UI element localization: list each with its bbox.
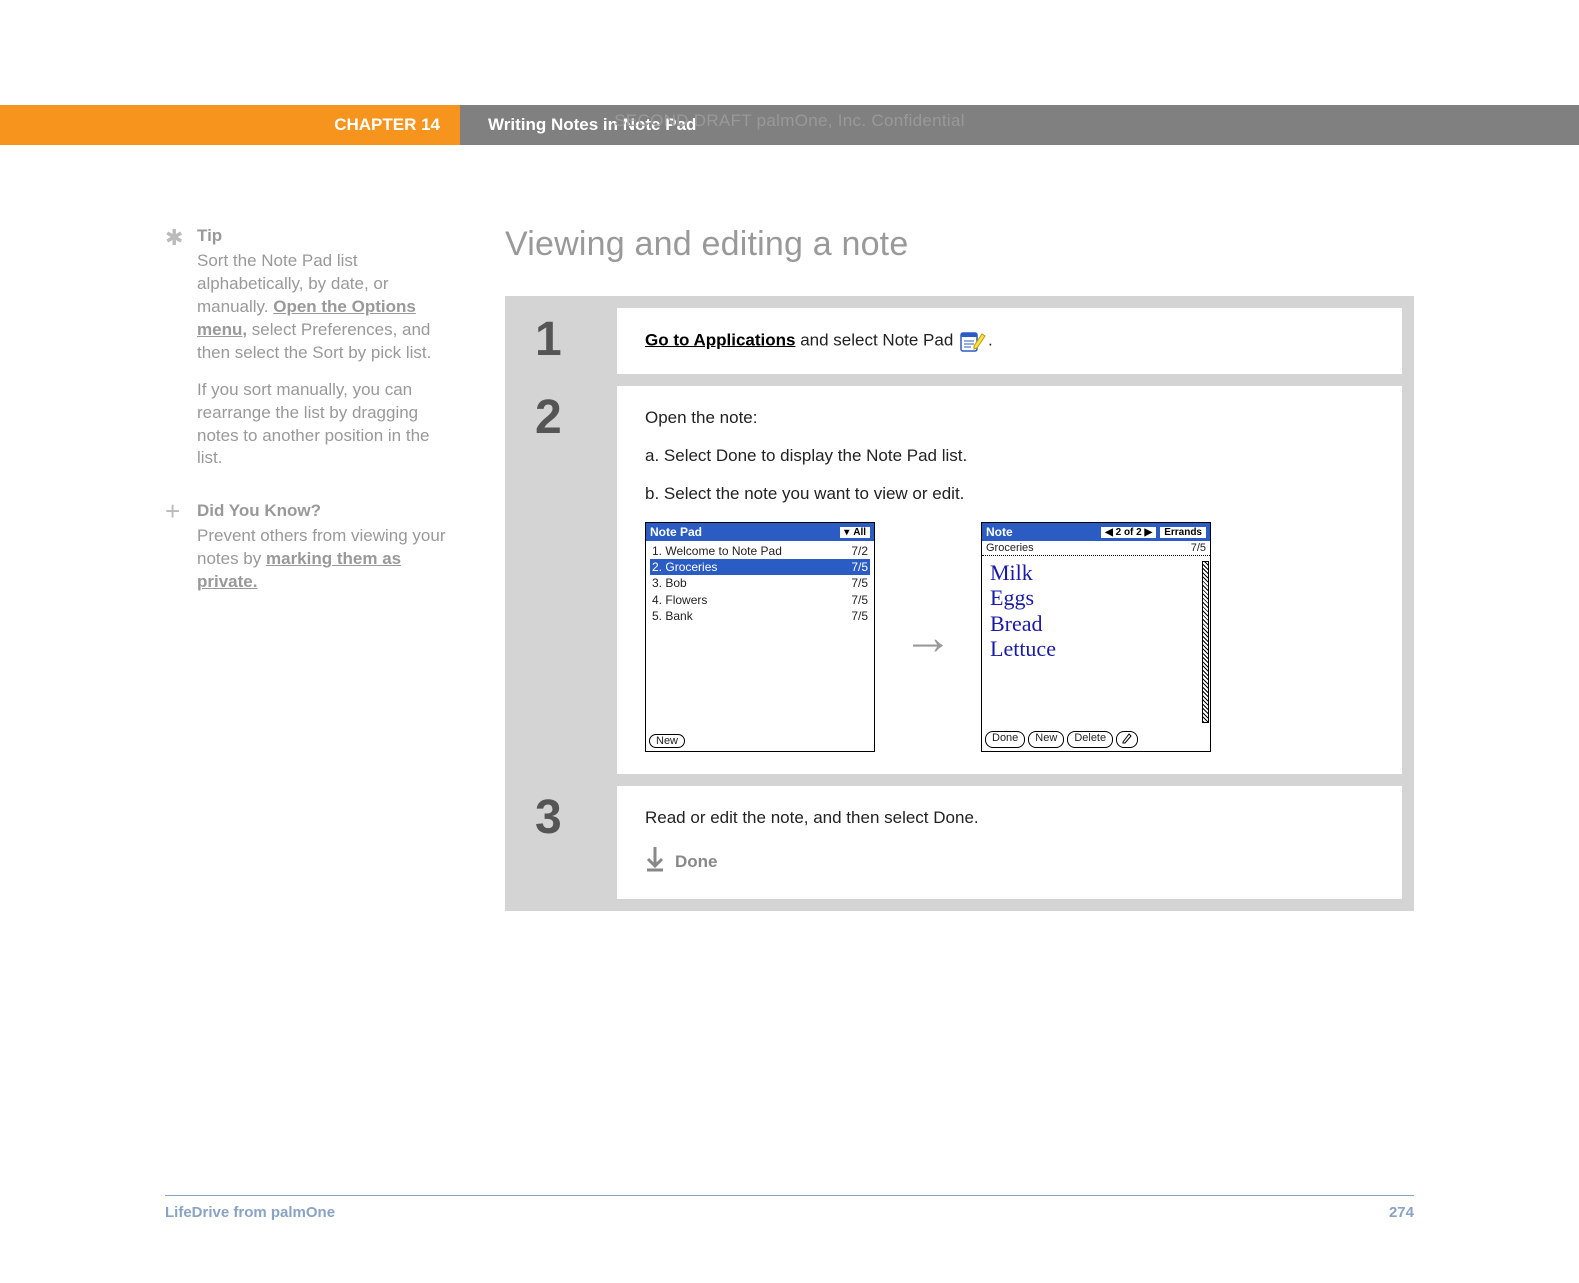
- notepad-list: 1. Welcome to Note Pad7/2 2. Groceries7/…: [646, 541, 874, 731]
- plus-icon: +: [165, 498, 180, 524]
- list-item[interactable]: 5. Bank7/5: [650, 608, 870, 624]
- new-button[interactable]: New: [649, 734, 685, 748]
- new-button[interactable]: New: [1028, 731, 1064, 748]
- note-editor-screen: Note ◀ 2 of 2 ▶ Errands Groceries 7/5 Mi…: [981, 522, 1211, 752]
- notepad-list-screen: Note Pad ▾ All 1. Welcome to Note Pad7/2…: [645, 522, 875, 752]
- pen-tool-button[interactable]: [1116, 731, 1138, 748]
- arrow-right-icon: →: [903, 608, 953, 666]
- did-you-know-block: + Did You Know? Prevent others from view…: [165, 500, 455, 594]
- step-2-number: 2: [517, 386, 617, 774]
- done-button[interactable]: Done: [985, 731, 1025, 748]
- page-number: 274: [1389, 1204, 1414, 1221]
- done-indicator: Done: [645, 846, 1374, 877]
- step-1: 1 Go to Applications and select Note Pad…: [517, 308, 1402, 374]
- list-item[interactable]: 3. Bob7/5: [650, 575, 870, 591]
- step-1-body: Go to Applications and select Note Pad .: [617, 308, 1402, 374]
- main-content: Viewing and editing a note 1 Go to Appli…: [505, 225, 1414, 911]
- done-label: Done: [675, 852, 718, 872]
- step-2b: b. Select the note you want to view or e…: [645, 484, 1374, 504]
- step-1-text: and select Note Pad: [795, 330, 958, 349]
- dyk-body: Prevent others from viewing your notes b…: [197, 525, 455, 594]
- dyk-title: Did You Know?: [197, 500, 455, 523]
- note-subheader: Groceries 7/5: [982, 541, 1210, 556]
- step-3: 3 Read or edit the note, and then select…: [517, 786, 1402, 899]
- draft-confidential-header: SECOND DRAFT palmOne, Inc. Confidential: [0, 111, 1579, 131]
- note-titlebar: Note ◀ 2 of 2 ▶ Errands: [982, 523, 1210, 541]
- notepad-list-title: Note Pad: [650, 525, 702, 539]
- step-2: 2 Open the note: a. Select Done to displ…: [517, 386, 1402, 774]
- notepad-list-titlebar: Note Pad ▾ All: [646, 523, 874, 541]
- note-category-dropdown[interactable]: Errands: [1160, 527, 1206, 538]
- screenshots-row: Note Pad ▾ All 1. Welcome to Note Pad7/2…: [645, 522, 1374, 752]
- note-name: Groceries: [986, 542, 1034, 554]
- step-1-number: 1: [517, 308, 617, 374]
- page-footer: LifeDrive from palmOne 274: [165, 1195, 1414, 1221]
- tip-para2: If you sort manually, you can rearrange …: [197, 379, 455, 471]
- note-nav[interactable]: ◀ 2 of 2 ▶: [1101, 527, 1156, 538]
- step-3-text: Read or edit the note, and then select D…: [645, 808, 1374, 828]
- handwriting-line: Bread: [990, 611, 1202, 636]
- category-dropdown[interactable]: ▾ All: [840, 527, 870, 538]
- handwriting-line: Milk: [990, 560, 1202, 585]
- step-3-body: Read or edit the note, and then select D…: [617, 786, 1402, 899]
- list-item[interactable]: 4. Flowers7/5: [650, 592, 870, 608]
- done-arrow-icon: [645, 846, 665, 877]
- steps-container: 1 Go to Applications and select Note Pad…: [505, 296, 1414, 911]
- sidebar: ✱ Tip Sort the Note Pad list alphabetica…: [165, 225, 455, 911]
- note-canvas[interactable]: Milk Eggs Bread Lettuce: [982, 556, 1210, 728]
- step-2-intro: Open the note:: [645, 408, 1374, 428]
- list-item-selected[interactable]: 2. Groceries7/5: [650, 559, 870, 575]
- product-name: LifeDrive from palmOne: [165, 1204, 335, 1221]
- category-label: All: [853, 527, 866, 538]
- notepad-app-icon: [960, 330, 986, 352]
- step-2-body: Open the note: a. Select Done to display…: [617, 386, 1402, 774]
- tip-title: Tip: [197, 225, 455, 248]
- delete-button[interactable]: Delete: [1067, 731, 1113, 748]
- go-to-applications-link[interactable]: Go to Applications: [645, 330, 795, 349]
- tip-body: Sort the Note Pad list alphabetically, b…: [197, 250, 455, 365]
- list-item[interactable]: 1. Welcome to Note Pad7/2: [650, 543, 870, 559]
- handwriting-line: Lettuce: [990, 636, 1202, 661]
- step-1-period: .: [988, 330, 993, 349]
- note-title-label: Note: [986, 525, 1013, 539]
- tip-block: ✱ Tip Sort the Note Pad list alphabetica…: [165, 225, 455, 470]
- scrollbar[interactable]: [1202, 561, 1209, 723]
- step-2a: a. Select Done to display the Note Pad l…: [645, 446, 1374, 466]
- note-date: 7/5: [1191, 542, 1206, 554]
- step-3-number: 3: [517, 786, 617, 899]
- page-title: Viewing and editing a note: [505, 225, 1414, 264]
- handwriting-line: Eggs: [990, 585, 1202, 610]
- asterisk-icon: ✱: [165, 227, 183, 249]
